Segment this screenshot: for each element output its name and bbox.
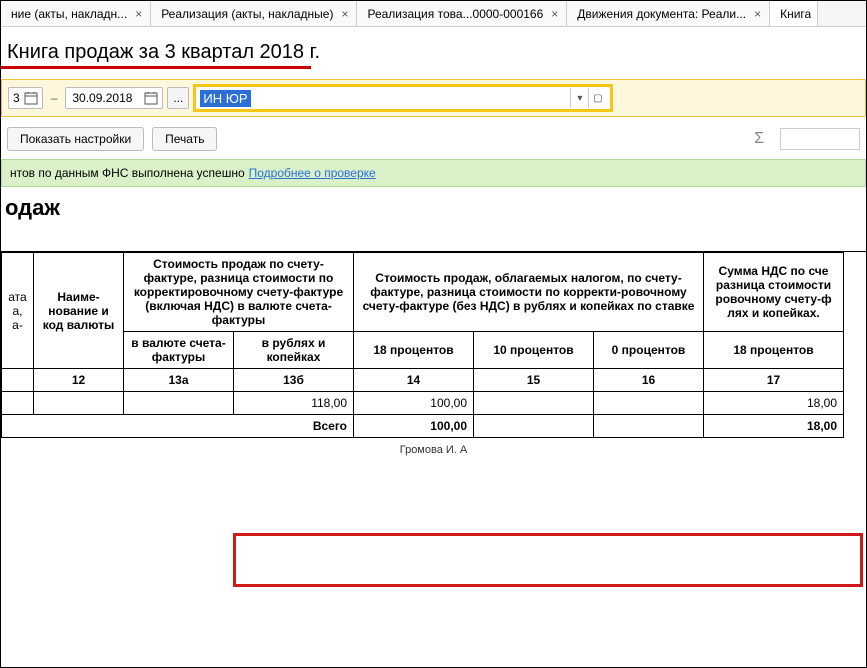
cell <box>594 392 704 415</box>
tab-item[interactable]: ние (акты, накладн... × <box>1 1 151 26</box>
col-subheader: в валюте счета-фактуры <box>124 332 234 369</box>
tab-item[interactable]: Реализация това...0000-000166 × <box>357 1 567 26</box>
col-group-header: Стоимость продаж, облагаемых налогом, по… <box>354 253 704 332</box>
print-button[interactable]: Печать <box>152 127 217 151</box>
fns-check-info: нтов по данным ФНС выполнена успешно Под… <box>1 159 866 187</box>
filter-row: 3 – ... ИН ЮР ▾ ▢ <box>1 79 866 117</box>
date-from-fragment: 3 <box>13 91 20 105</box>
buttons-row: Показать настройки Печать Σ <box>1 123 866 155</box>
col-subheader: 10 процентов <box>474 332 594 369</box>
date-to-box[interactable] <box>65 87 163 109</box>
date-to-input[interactable] <box>70 90 140 106</box>
date-from-box[interactable]: 3 <box>8 87 43 109</box>
dropdown-icon[interactable]: ▾ <box>570 88 588 108</box>
col-number: 13б <box>234 369 354 392</box>
close-icon[interactable]: × <box>549 7 560 21</box>
table-row[interactable]: 118,00 100,00 18,00 <box>2 392 844 415</box>
tab-label: Движения документа: Реали... <box>577 7 746 21</box>
sum-input[interactable] <box>780 128 860 150</box>
col-number <box>2 369 34 392</box>
show-settings-button[interactable]: Показать настройки <box>7 127 144 151</box>
page-title: Книга продаж за 3 квартал 2018 г. <box>7 41 866 64</box>
cell: 18,00 <box>704 392 844 415</box>
tab-item[interactable]: Реализация (акты, накладные) × <box>151 1 357 26</box>
col-number: 12 <box>34 369 124 392</box>
cell <box>124 392 234 415</box>
sigma-icon[interactable]: Σ <box>754 130 772 148</box>
contragent-value-selected: ИН ЮР <box>200 90 250 107</box>
total-cell: 18,00 <box>704 415 844 438</box>
col-group-header: Стоимость продаж по счету-фактуре, разни… <box>124 253 354 332</box>
col-subheader: 18 процентов <box>354 332 474 369</box>
calendar-icon[interactable] <box>144 91 158 105</box>
col-number: 17 <box>704 369 844 392</box>
title-underline <box>1 66 311 69</box>
total-cell: 100,00 <box>354 415 474 438</box>
tab-label: Книга <box>780 7 811 21</box>
col-header: ата а, а- <box>2 253 34 369</box>
close-icon[interactable]: × <box>133 7 144 21</box>
cell <box>2 392 34 415</box>
sales-book-table: ата а, а- Наиме-нование и код валюты Сто… <box>1 252 844 438</box>
col-number: 14 <box>354 369 474 392</box>
cell: 100,00 <box>354 392 474 415</box>
col-subheader: 0 процентов <box>594 332 704 369</box>
tab-bar: ние (акты, накладн... × Реализация (акты… <box>1 1 866 27</box>
total-cell <box>594 415 704 438</box>
cell <box>34 392 124 415</box>
col-subheader: в рублях и копейках <box>234 332 354 369</box>
report-heading: одаж <box>5 195 866 221</box>
footer-signature: Громова И. А <box>1 438 866 456</box>
close-icon[interactable]: × <box>752 7 763 21</box>
tab-label: Реализация (акты, накладные) <box>161 7 333 21</box>
tab-label: Реализация това...0000-000166 <box>367 7 543 21</box>
report-area[interactable]: ата а, а- Наиме-нование и код валюты Сто… <box>1 251 866 456</box>
col-header: Наиме-нование и код валюты <box>34 253 124 369</box>
col-group-header: Сумма НДС по сче разница стоимости ровоч… <box>704 253 844 332</box>
contragent-select[interactable]: ИН ЮР ▾ ▢ <box>193 84 613 112</box>
date-range-dash: – <box>51 91 58 105</box>
fns-check-link[interactable]: Подробнее о проверке <box>249 166 376 180</box>
close-icon[interactable]: × <box>339 7 350 21</box>
tab-label: ние (акты, накладн... <box>11 7 127 21</box>
col-number: 15 <box>474 369 594 392</box>
cell <box>474 392 594 415</box>
col-number: 13а <box>124 369 234 392</box>
col-number: 16 <box>594 369 704 392</box>
highlight-annotation <box>233 533 863 587</box>
date-select-button[interactable]: ... <box>167 87 189 109</box>
tab-item-active[interactable]: Книга <box>770 1 818 26</box>
total-cell <box>474 415 594 438</box>
tab-item[interactable]: Движения документа: Реали... × <box>567 1 770 26</box>
calendar-icon[interactable] <box>24 91 38 105</box>
col-subheader: 18 процентов <box>704 332 844 369</box>
total-label: Всего <box>2 415 354 438</box>
fns-check-text: нтов по данным ФНС выполнена успешно <box>10 166 245 180</box>
table-total-row: Всего 100,00 18,00 <box>2 415 844 438</box>
cell: 118,00 <box>234 392 354 415</box>
open-dialog-icon[interactable]: ▢ <box>588 88 606 108</box>
